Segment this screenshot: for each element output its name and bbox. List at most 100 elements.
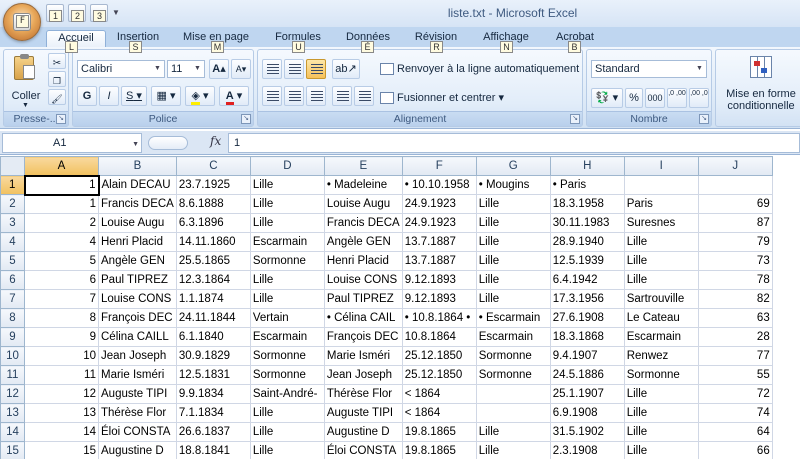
cell-e11[interactable]: Jean Joseph (323, 365, 403, 385)
cell-j4[interactable]: 79 (697, 232, 773, 252)
font-size-select[interactable]: 11 ▼ (167, 60, 205, 78)
cell-d6[interactable]: Lille (249, 270, 325, 290)
cell-i6[interactable]: Lille (623, 270, 699, 290)
cell-e13[interactable]: Auguste TIPI (323, 403, 403, 423)
row-header[interactable]: 2 (0, 194, 25, 214)
cell-j15[interactable]: 66 (697, 441, 773, 459)
cell-d2[interactable]: Lille (249, 194, 325, 214)
cell-h2[interactable]: 18.3.1958 (549, 194, 625, 214)
cell-a4[interactable]: 4 (24, 232, 99, 252)
cell-d3[interactable]: Lille (249, 213, 325, 233)
worksheet-grid[interactable]: ABCDEFGHIJ 1 1 Alain DECAU 23.7.1925 Lille • … (0, 156, 773, 459)
cell-g3[interactable]: Lille (475, 213, 551, 233)
cell-g1[interactable]: • Mougins (475, 175, 551, 195)
merge-center-button[interactable]: Fusionner et centrer ▾ (380, 91, 504, 105)
cell-d8[interactable]: Vertain (249, 308, 325, 328)
cell-a1[interactable]: 1 (23, 174, 100, 196)
cell-h8[interactable]: 27.6.1908 (549, 308, 625, 328)
cell-c13[interactable]: 7.1.1834 (175, 403, 251, 423)
row-header[interactable]: 11 (0, 365, 25, 385)
cell-b9[interactable]: Célina CAILL (98, 327, 177, 347)
cell-h3[interactable]: 30.11.1983 (549, 213, 625, 233)
cell-g4[interactable]: Lille (475, 232, 551, 252)
select-all-corner[interactable] (0, 156, 25, 176)
conditional-formatting-button[interactable]: Mise en forme conditionnelle (720, 54, 800, 112)
cell-g15[interactable]: Lille (475, 441, 551, 459)
cell-g13[interactable] (475, 403, 551, 423)
decrease-indent-button[interactable] (332, 86, 352, 106)
number-format-select[interactable]: Standard ▼ (591, 60, 707, 78)
cell-d1[interactable]: Lille (249, 175, 325, 195)
cell-i5[interactable]: Lille (623, 251, 699, 271)
cell-d14[interactable]: Lille (249, 422, 325, 442)
fill-color-button[interactable]: ◈ ▾ (185, 86, 215, 106)
row-header[interactable]: 14 (0, 422, 25, 442)
align-top-button[interactable] (262, 59, 282, 79)
font-color-button[interactable]: A ▾ (219, 86, 249, 106)
cell-i8[interactable]: Le Cateau (623, 308, 699, 328)
number-launcher-icon[interactable]: ↘ (699, 114, 709, 124)
cell-j11[interactable]: 55 (697, 365, 773, 385)
row-header[interactable]: 1 (0, 175, 25, 195)
cell-g2[interactable]: Lille (475, 194, 551, 214)
cell-f3[interactable]: 24.9.1923 (401, 213, 477, 233)
cell-f10[interactable]: 25.12.1850 (401, 346, 477, 366)
cell-f9[interactable]: 10.8.1864 (401, 327, 477, 347)
cell-d4[interactable]: Escarmain (249, 232, 325, 252)
cell-i13[interactable]: Lille (623, 403, 699, 423)
cell-e14[interactable]: Augustine D (323, 422, 403, 442)
font-launcher-icon[interactable]: ↘ (241, 114, 251, 124)
cell-e15[interactable]: Éloi CONSTA (323, 441, 403, 459)
column-header-a[interactable]: A (24, 156, 99, 176)
paste-button[interactable]: Coller ▼ (8, 54, 42, 109)
cell-i11[interactable]: Sormonne (623, 365, 699, 385)
column-header-e[interactable]: E (323, 156, 403, 176)
cell-j2[interactable]: 69 (697, 194, 773, 214)
cell-j14[interactable]: 64 (697, 422, 773, 442)
cell-f15[interactable]: 19.8.1865 (401, 441, 477, 459)
cell-d12[interactable]: Saint-André- (249, 384, 325, 404)
cell-b10[interactable]: Jean Joseph (98, 346, 177, 366)
cell-c5[interactable]: 25.5.1865 (175, 251, 251, 271)
cell-c3[interactable]: 6.3.1896 (175, 213, 251, 233)
cell-b2[interactable]: Francis DECA (98, 194, 177, 214)
column-header-b[interactable]: B (98, 156, 177, 176)
column-header-h[interactable]: H (549, 156, 625, 176)
row-header[interactable]: 4 (0, 232, 25, 252)
column-header-f[interactable]: F (401, 156, 477, 176)
format-painter-button[interactable]: 🖌 (48, 89, 66, 105)
cell-j9[interactable]: 28 (697, 327, 773, 347)
column-header-j[interactable]: J (697, 156, 773, 176)
cell-a8[interactable]: 8 (24, 308, 99, 328)
row-header[interactable]: 8 (0, 308, 25, 328)
cell-c12[interactable]: 9.9.1834 (175, 384, 251, 404)
clipboard-launcher-icon[interactable]: ↘ (56, 114, 66, 124)
column-header-d[interactable]: D (249, 156, 325, 176)
cell-d13[interactable]: Lille (249, 403, 325, 423)
cell-g7[interactable]: Lille (475, 289, 551, 309)
cell-f14[interactable]: 19.8.1865 (401, 422, 477, 442)
cell-d15[interactable]: Lille (249, 441, 325, 459)
cell-e1[interactable]: • Madeleine (323, 175, 403, 195)
decrease-decimal-button[interactable]: ,00 ,0 (689, 88, 709, 108)
cell-d10[interactable]: Sormonne (249, 346, 325, 366)
insert-function-icon[interactable]: fx (210, 134, 221, 148)
cell-f13[interactable]: < 1864 (401, 403, 477, 423)
cell-g11[interactable]: Sormonne (475, 365, 551, 385)
cell-b15[interactable]: Augustine D (98, 441, 177, 459)
cell-j5[interactable]: 73 (697, 251, 773, 271)
row-header[interactable]: 13 (0, 403, 25, 423)
cell-b8[interactable]: François DEC (98, 308, 177, 328)
cell-f2[interactable]: 24.9.1923 (401, 194, 477, 214)
cell-b14[interactable]: Éloi CONSTA (98, 422, 177, 442)
cell-j8[interactable]: 63 (697, 308, 773, 328)
column-header-i[interactable]: I (623, 156, 699, 176)
cell-e8[interactable]: • Célina CAIL (323, 308, 403, 328)
cell-i3[interactable]: Suresnes (623, 213, 699, 233)
cell-g6[interactable]: Lille (475, 270, 551, 290)
formula-input[interactable]: 1 (228, 133, 800, 153)
cell-f7[interactable]: 9.12.1893 (401, 289, 477, 309)
cell-i14[interactable]: Lille (623, 422, 699, 442)
cell-c14[interactable]: 26.6.1837 (175, 422, 251, 442)
cell-i1[interactable] (623, 175, 699, 195)
